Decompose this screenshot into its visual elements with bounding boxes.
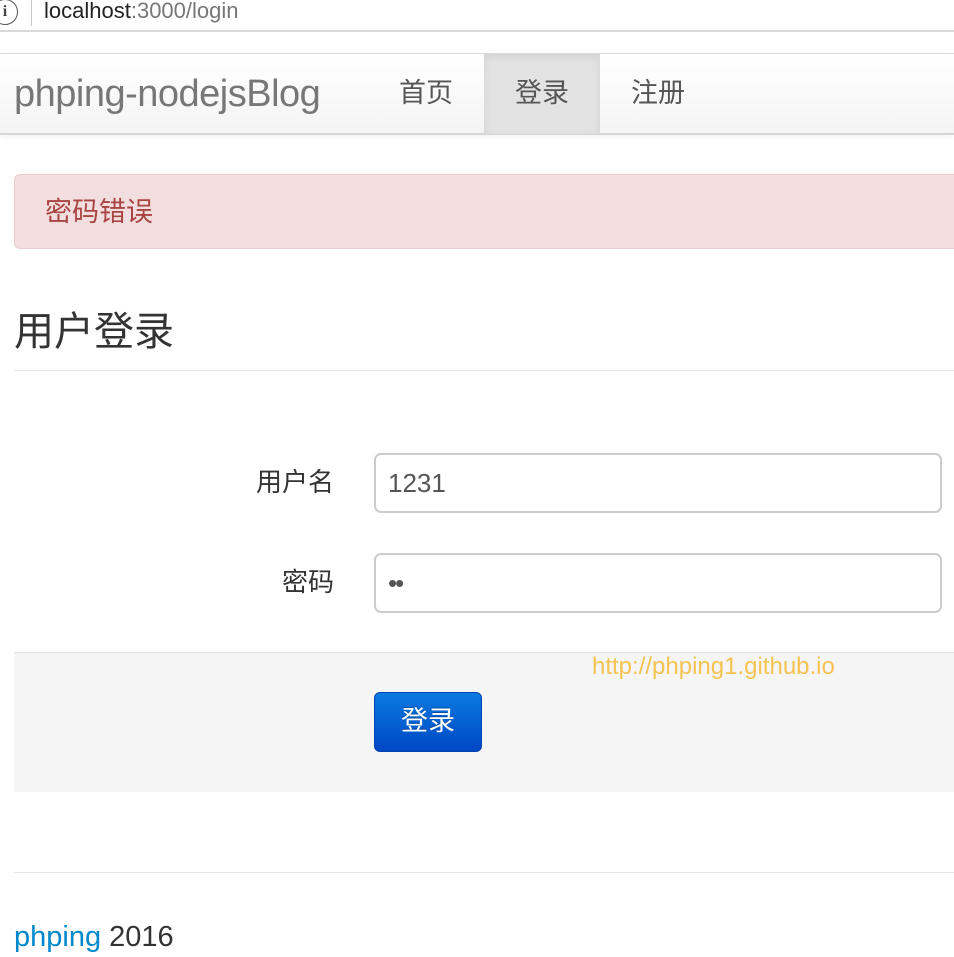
username-input[interactable] xyxy=(374,453,942,513)
watermark-url: http://phping1.github.io xyxy=(592,653,835,680)
username-label: 用户名 xyxy=(255,468,334,498)
password-input[interactable]: •• xyxy=(374,553,942,613)
footer-divider xyxy=(14,872,954,873)
nav-item-login[interactable]: 登录 xyxy=(484,54,600,134)
url-path: :3000/login xyxy=(130,0,239,23)
info-icon[interactable]: i xyxy=(0,0,18,25)
brand-link[interactable]: phping-nodejsBlog xyxy=(14,54,321,134)
login-submit-button[interactable]: 登录 xyxy=(374,692,482,752)
browser-address-bar: i localhost:3000/login xyxy=(0,0,954,32)
url-host: localhost xyxy=(44,0,131,23)
nav-item-register[interactable]: 注册 xyxy=(600,54,716,134)
footer-author-link[interactable]: phping xyxy=(14,921,101,953)
error-alert: 密码错误 xyxy=(14,174,954,249)
password-label: 密码 xyxy=(281,568,334,598)
title-divider xyxy=(14,370,954,371)
footer: phping 2016 xyxy=(14,917,174,957)
footer-year: 2016 xyxy=(109,921,174,953)
navbar: phping-nodejsBlog 首页 登录 注册 xyxy=(0,53,954,135)
page-title: 用户登录 xyxy=(14,309,174,355)
address-bar-separator xyxy=(31,0,32,26)
url-field[interactable]: localhost:3000/login xyxy=(44,0,239,24)
nav-item-home[interactable]: 首页 xyxy=(368,54,484,134)
error-message: 密码错误 xyxy=(45,197,153,228)
